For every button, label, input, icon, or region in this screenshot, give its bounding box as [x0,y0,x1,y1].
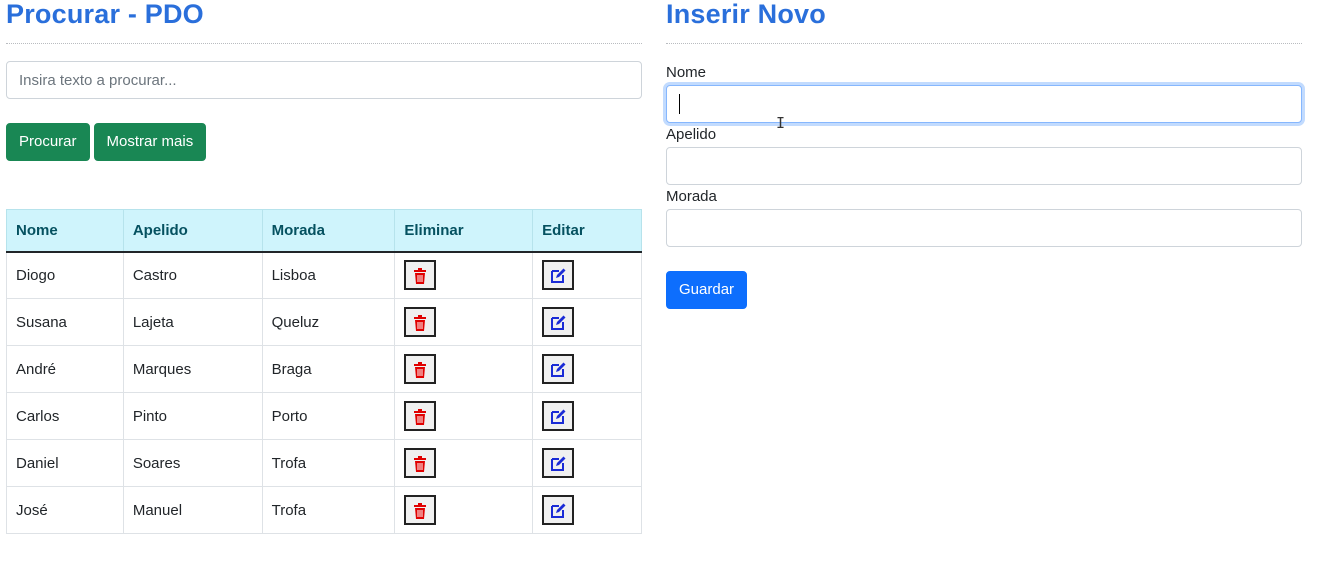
search-button[interactable]: Procurar [6,123,90,161]
cell-apelido: Lajeta [122,298,263,346]
cell-eliminar [394,392,534,440]
apelido-label: Apelido [666,126,717,143]
column-header-apelido: Apelido [122,209,263,253]
edit-button[interactable] [542,495,575,525]
column-header-morada: Morada [261,209,396,253]
delete-button[interactable] [404,260,437,291]
search-panel: Procurar - PDO ProcurarMostrar mais Nome… [6,0,642,534]
cell-nome: José [6,486,124,534]
cell-morada: Porto [261,392,396,440]
cell-morada: Trofa [261,486,396,534]
insert-panel: Inserir Novo Nome Apelido Morada Guardar [666,0,1302,309]
column-header-editar: Editar [532,209,642,253]
table-row: Carlos Pinto Porto [6,392,642,440]
table-header-row: Nome Apelido Morada Eliminar Editar [6,209,642,253]
table-row: Diogo Castro Lisboa [6,251,642,299]
table-row: Susana Lajeta Queluz [6,298,642,346]
edit-button[interactable] [542,401,575,431]
save-button[interactable]: Guardar [666,271,748,309]
table-body: Diogo Castro Lisboa Susana Lajeta Queluz André… [6,251,642,534]
cell-morada: Queluz [261,298,396,346]
cell-morada: Lisboa [261,251,396,299]
apelido-field[interactable] [666,147,1302,185]
delete-button[interactable] [404,354,437,384]
cell-apelido: Castro [122,251,263,299]
search-button-row: Procurar Mostrar mais [6,123,207,161]
show-more-button[interactable]: Mostrar mais [93,123,207,161]
cell-nome: André [6,345,124,393]
search-input[interactable] [6,61,642,99]
cell-apelido: Pinto [122,392,263,440]
edit-button[interactable] [542,448,575,478]
column-header-nome: Nome [6,209,124,253]
delete-button[interactable] [404,401,437,431]
cell-editar [532,251,642,299]
search-panel-title: Procurar - PDO [6,0,204,29]
nome-field[interactable] [666,85,1302,123]
column-header-eliminar: Eliminar [394,209,534,253]
morada-label: Morada [666,188,717,205]
cell-editar [532,486,642,534]
cell-eliminar [394,486,534,534]
cell-eliminar [394,298,534,346]
cell-apelido: Soares [122,439,263,487]
cell-editar [532,298,642,346]
edit-button[interactable] [542,260,575,291]
cell-editar [532,439,642,487]
text-caret [679,94,680,114]
delete-button[interactable] [404,495,437,525]
cell-apelido: Marques [122,345,263,393]
morada-field[interactable] [666,209,1302,247]
cell-morada: Trofa [261,439,396,487]
cell-editar [532,392,642,440]
cell-nome: Carlos [6,392,124,440]
title-divider [666,43,1302,44]
cell-eliminar [394,251,534,299]
table-row: André Marques Braga [6,345,642,393]
edit-button[interactable] [542,354,575,384]
edit-button[interactable] [542,307,575,337]
delete-button[interactable] [404,448,437,478]
table-row: Daniel Soares Trofa [6,439,642,487]
cell-editar [532,345,642,393]
cell-nome: Diogo [6,251,124,299]
cell-eliminar [394,439,534,487]
results-table: Nome Apelido Morada Eliminar Editar Diog… [6,209,642,534]
insert-panel-title: Inserir Novo [666,0,826,29]
cell-nome: Daniel [6,439,124,487]
title-divider [6,43,642,44]
cell-eliminar [394,345,534,393]
nome-label: Nome [666,64,707,81]
cell-apelido: Manuel [122,486,263,534]
text-cursor-icon: I [776,114,786,132]
cell-morada: Braga [261,345,396,393]
table-row: José Manuel Trofa [6,486,642,534]
cell-nome: Susana [6,298,124,346]
delete-button[interactable] [404,307,437,337]
